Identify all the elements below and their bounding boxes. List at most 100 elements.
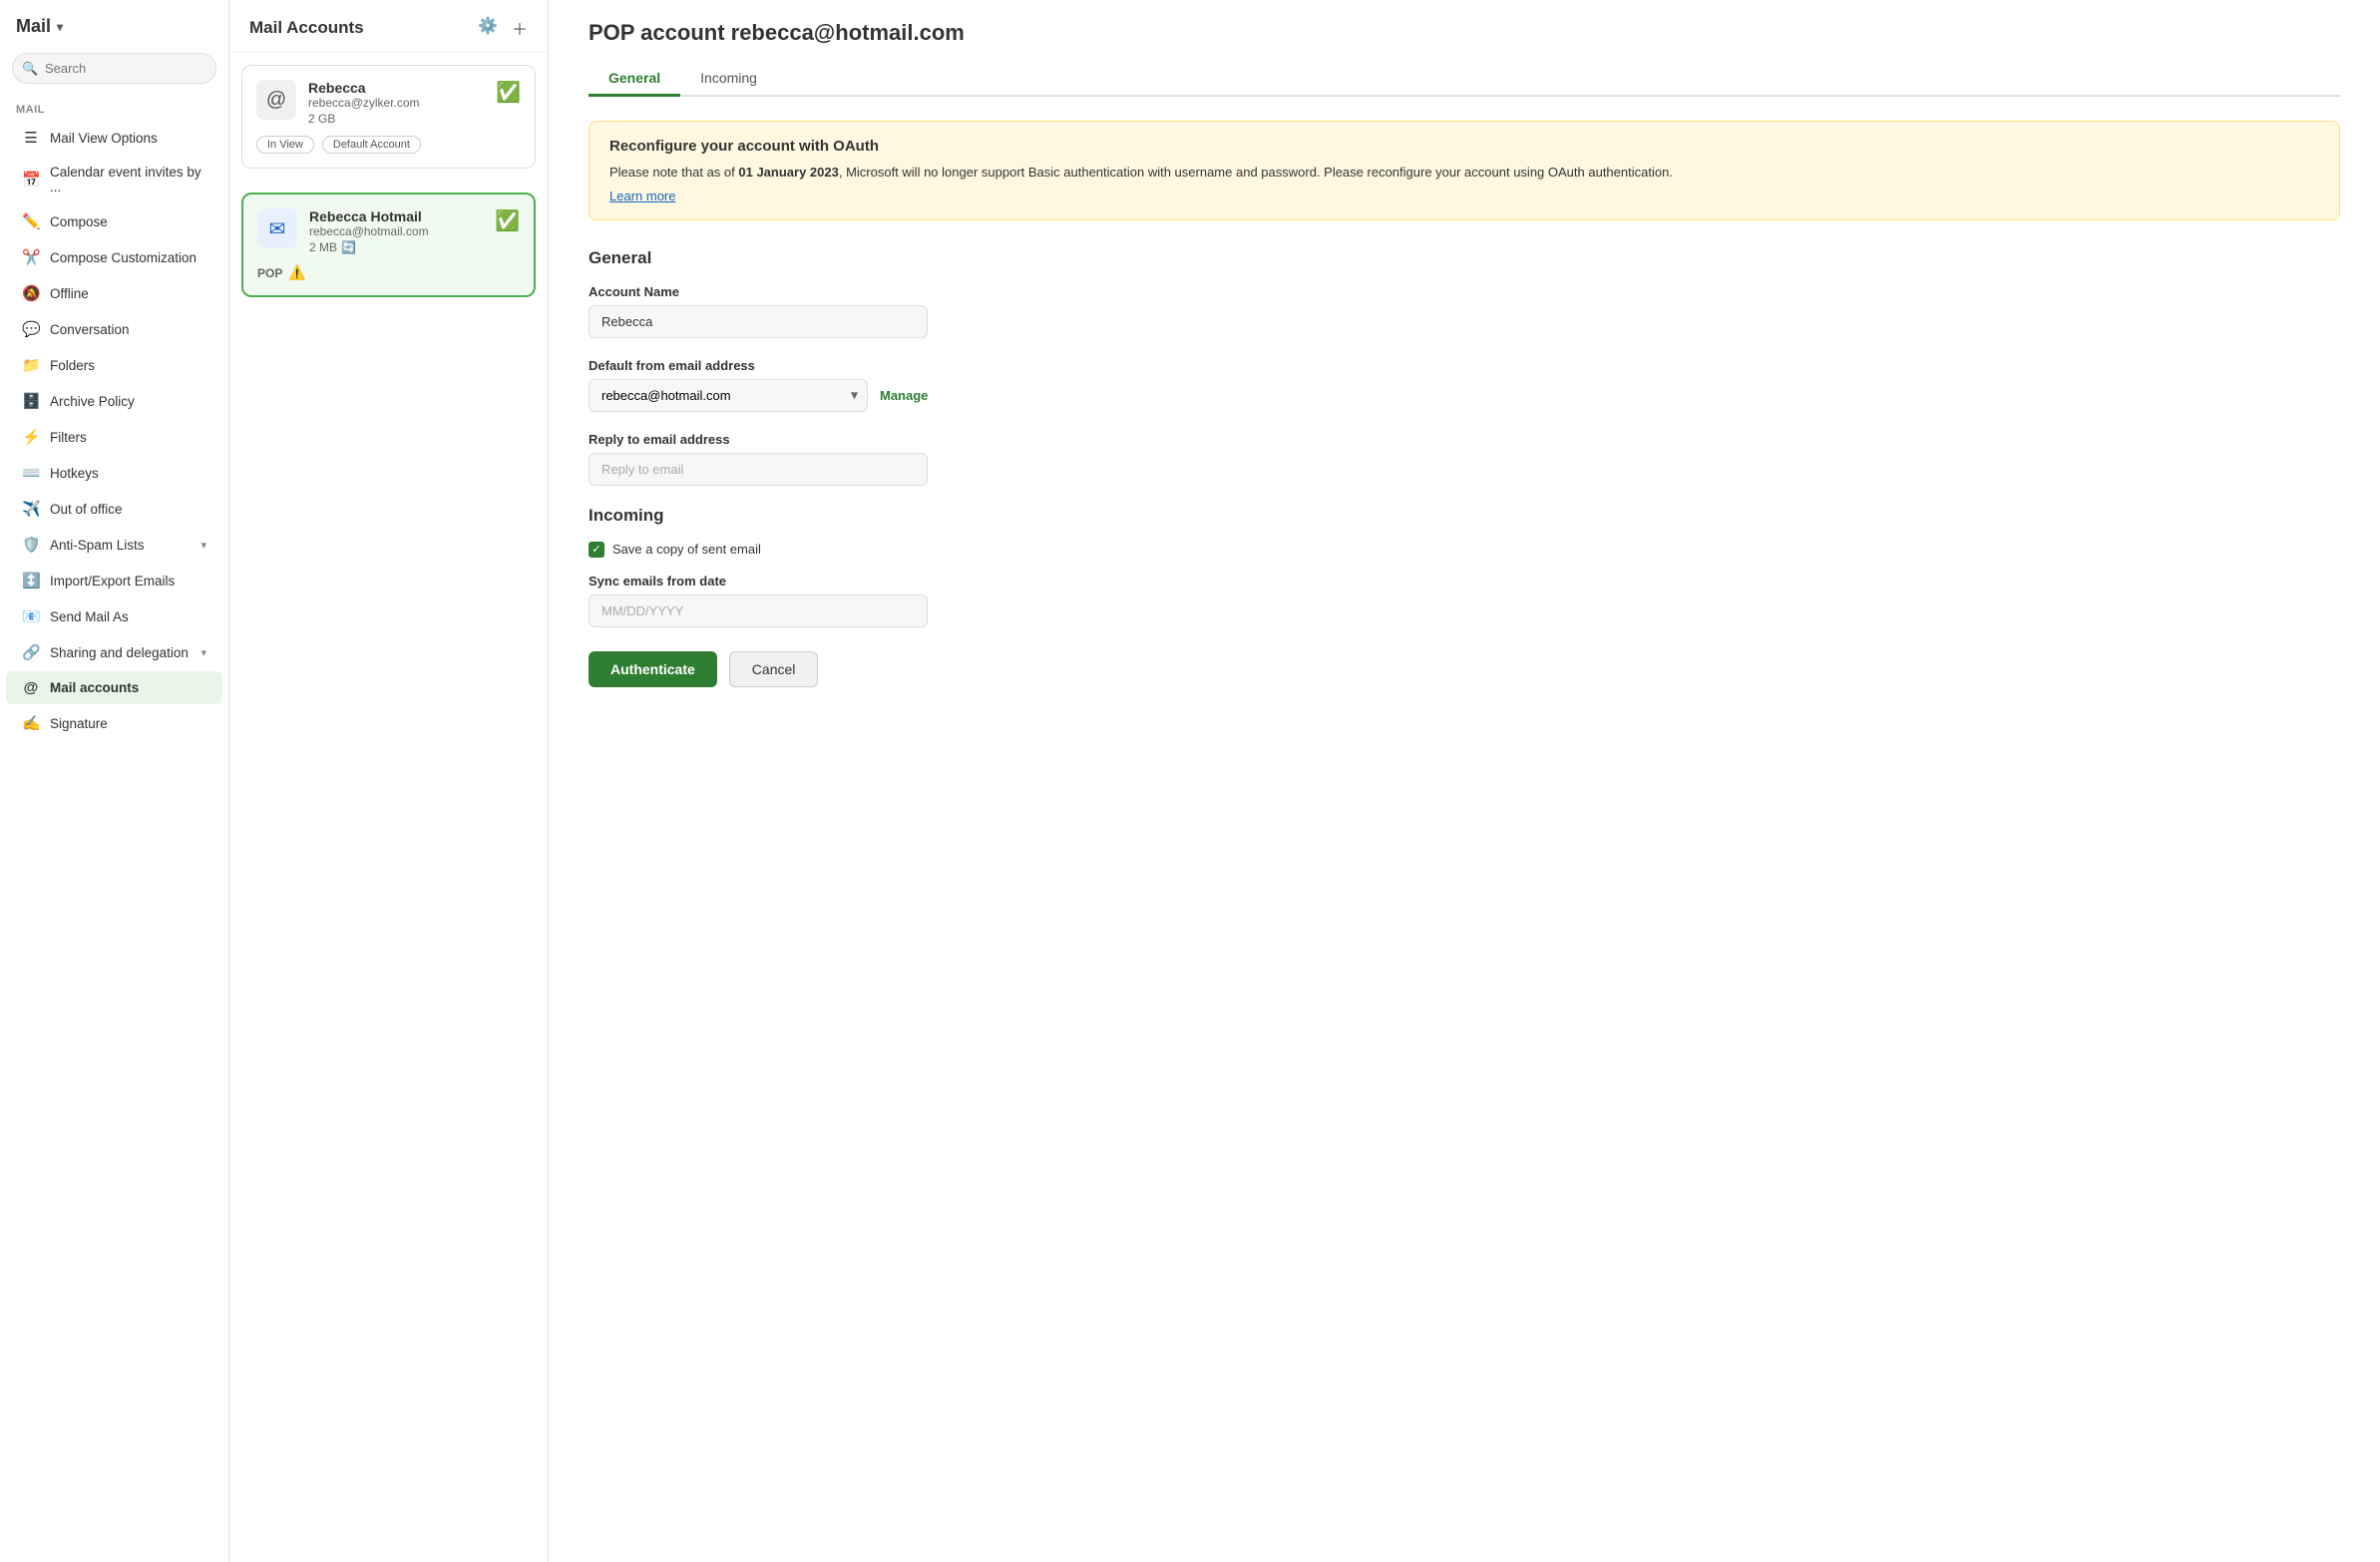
middle-header-actions: ⚙️ ＋: [478, 16, 528, 40]
sidebar-item-offline[interactable]: 🔕 Offline: [6, 276, 222, 310]
cancel-button[interactable]: Cancel: [729, 651, 819, 687]
account-info-hotmail: Rebecca Hotmail rebecca@hotmail.com 2 MB…: [309, 208, 483, 254]
refresh-icon: 🔄: [341, 240, 356, 254]
sidebar-item-signature[interactable]: ✍️ Signature: [6, 706, 222, 740]
sidebar-item-sharing-delegation[interactable]: 🔗 Sharing and delegation ▾: [6, 635, 222, 669]
account-verified-rebecca: ✅: [496, 80, 521, 105]
account-card-rebecca[interactable]: @ Rebecca rebecca@zylker.com 2 GB ✅ In V…: [241, 65, 536, 169]
conversation-icon: 💬: [22, 320, 40, 338]
sidebar-item-calendar-event[interactable]: 📅 Calendar event invites by ...: [6, 157, 222, 202]
account-name-hotmail: Rebecca Hotmail: [309, 208, 483, 224]
sidebar: Mail ▾ 🔍 MAIL ☰ Mail View Options 📅 Cale…: [0, 0, 229, 1562]
authenticate-button[interactable]: Authenticate: [589, 651, 717, 687]
account-avatar-rebecca: @: [256, 80, 296, 120]
archive-icon: 🗄️: [22, 392, 40, 410]
save-copy-row: ✓ Save a copy of sent email: [589, 542, 2340, 558]
sidebar-item-folders[interactable]: 📁 Folders: [6, 348, 222, 382]
add-account-icon[interactable]: ＋: [512, 16, 528, 40]
middle-panel-title: Mail Accounts: [249, 18, 364, 38]
sidebar-item-label: Calendar event invites by ...: [50, 165, 206, 195]
sidebar-item-label: Anti-Spam Lists: [50, 538, 145, 553]
sidebar-item-label: Signature: [50, 716, 108, 731]
button-row: Authenticate Cancel: [589, 651, 2340, 687]
sidebar-item-label: Conversation: [50, 322, 130, 337]
save-copy-checkbox[interactable]: ✓: [589, 542, 604, 558]
calendar-icon: 📅: [22, 171, 40, 189]
middle-header: Mail Accounts ⚙️ ＋: [229, 0, 548, 53]
search-input[interactable]: [12, 53, 216, 84]
oauth-banner-text: Please note that as of 01 January 2023, …: [609, 163, 2319, 183]
default-email-select-wrapper: rebecca@hotmail.com: [589, 379, 868, 412]
sidebar-item-label: Mail accounts: [50, 680, 139, 695]
tab-general[interactable]: General: [589, 62, 680, 97]
app-title[interactable]: Mail ▾: [0, 0, 228, 45]
sync-date-label: Sync emails from date: [589, 574, 2340, 588]
account-card-hotmail[interactable]: ✉ Rebecca Hotmail rebecca@hotmail.com 2 …: [241, 193, 536, 297]
page-title: POP account rebecca@hotmail.com: [589, 20, 2340, 46]
oauth-text-before: Please note that as of: [609, 165, 738, 180]
sidebar-item-mail-view-options[interactable]: ☰ Mail View Options: [6, 121, 222, 155]
oauth-text-after: , Microsoft will no longer support Basic…: [839, 165, 1673, 180]
mail-accounts-icon: @: [22, 679, 40, 696]
offline-icon: 🔕: [22, 284, 40, 302]
oauth-date: 01 January 2023: [738, 165, 838, 180]
account-info-rebecca: Rebecca rebecca@zylker.com 2 GB: [308, 80, 484, 126]
sidebar-item-send-mail-as[interactable]: 📧 Send Mail As: [6, 599, 222, 633]
sidebar-item-compose-customization[interactable]: ✂️ Compose Customization: [6, 240, 222, 274]
compose-custom-icon: ✂️: [22, 248, 40, 266]
chevron-down-icon-sharing: ▾: [200, 646, 206, 659]
sidebar-item-label: Folders: [50, 358, 95, 373]
default-email-select[interactable]: rebecca@hotmail.com: [589, 379, 868, 412]
oauth-banner-title: Reconfigure your account with OAuth: [609, 138, 2319, 155]
sidebar-item-conversation[interactable]: 💬 Conversation: [6, 312, 222, 346]
sidebar-section-label: MAIL: [0, 96, 228, 120]
account-type-pop: POP: [257, 266, 282, 280]
sync-date-input[interactable]: [589, 594, 928, 627]
app-title-chevron: ▾: [57, 20, 63, 34]
tabs: General Incoming: [589, 62, 2340, 97]
reply-email-input[interactable]: [589, 453, 928, 486]
sidebar-item-import-export[interactable]: ↕️ Import/Export Emails: [6, 564, 222, 597]
tab-incoming[interactable]: Incoming: [680, 62, 777, 97]
save-copy-label: Save a copy of sent email: [612, 542, 761, 557]
settings-icon[interactable]: ⚙️: [478, 16, 498, 40]
sidebar-item-filters[interactable]: ⚡ Filters: [6, 420, 222, 454]
oauth-banner: Reconfigure your account with OAuth Plea…: [589, 121, 2340, 220]
reply-email-label: Reply to email address: [589, 432, 2340, 447]
general-section-title: General: [589, 248, 2340, 268]
account-tags-rebecca: In View Default Account: [256, 136, 521, 154]
import-export-icon: ↕️: [22, 572, 40, 589]
account-verified-hotmail: ✅: [495, 208, 520, 233]
account-size-rebecca: 2 GB: [308, 112, 484, 126]
account-name-input[interactable]: [589, 305, 928, 338]
search-icon: 🔍: [22, 61, 38, 77]
tag-in-view: In View: [256, 136, 314, 154]
reply-email-group: Reply to email address: [589, 432, 2340, 486]
account-name-rebecca: Rebecca: [308, 80, 484, 96]
send-mail-icon: 📧: [22, 607, 40, 625]
sidebar-item-archive-policy[interactable]: 🗄️ Archive Policy: [6, 384, 222, 418]
manage-link[interactable]: Manage: [880, 388, 928, 403]
account-email-hotmail: rebecca@hotmail.com: [309, 224, 483, 238]
sidebar-item-compose[interactable]: ✏️ Compose: [6, 204, 222, 238]
learn-more-link[interactable]: Learn more: [609, 189, 675, 203]
account-name-group: Account Name: [589, 284, 2340, 338]
default-email-row: rebecca@hotmail.com Manage: [589, 379, 2340, 412]
mail-view-icon: ☰: [22, 129, 40, 147]
sidebar-item-label: Mail View Options: [50, 131, 158, 146]
sidebar-item-out-of-office[interactable]: ✈️ Out of office: [6, 492, 222, 526]
account-name-label: Account Name: [589, 284, 2340, 299]
hotkeys-icon: ⌨️: [22, 464, 40, 482]
sidebar-item-label: Sharing and delegation: [50, 645, 189, 660]
middle-panel: Mail Accounts ⚙️ ＋ @ Rebecca rebecca@zyl…: [229, 0, 549, 1562]
sidebar-item-mail-accounts[interactable]: @ Mail accounts: [6, 671, 222, 704]
sidebar-item-hotkeys[interactable]: ⌨️ Hotkeys: [6, 456, 222, 490]
sidebar-item-label: Filters: [50, 430, 87, 445]
warning-icon: ⚠️: [288, 264, 305, 281]
sidebar-item-anti-spam[interactable]: 🛡️ Anti-Spam Lists ▾: [6, 528, 222, 562]
search-container: 🔍: [12, 53, 216, 84]
main-content: POP account rebecca@hotmail.com General …: [549, 0, 2380, 1562]
compose-icon: ✏️: [22, 212, 40, 230]
default-email-group: Default from email address rebecca@hotma…: [589, 358, 2340, 412]
filters-icon: ⚡: [22, 428, 40, 446]
